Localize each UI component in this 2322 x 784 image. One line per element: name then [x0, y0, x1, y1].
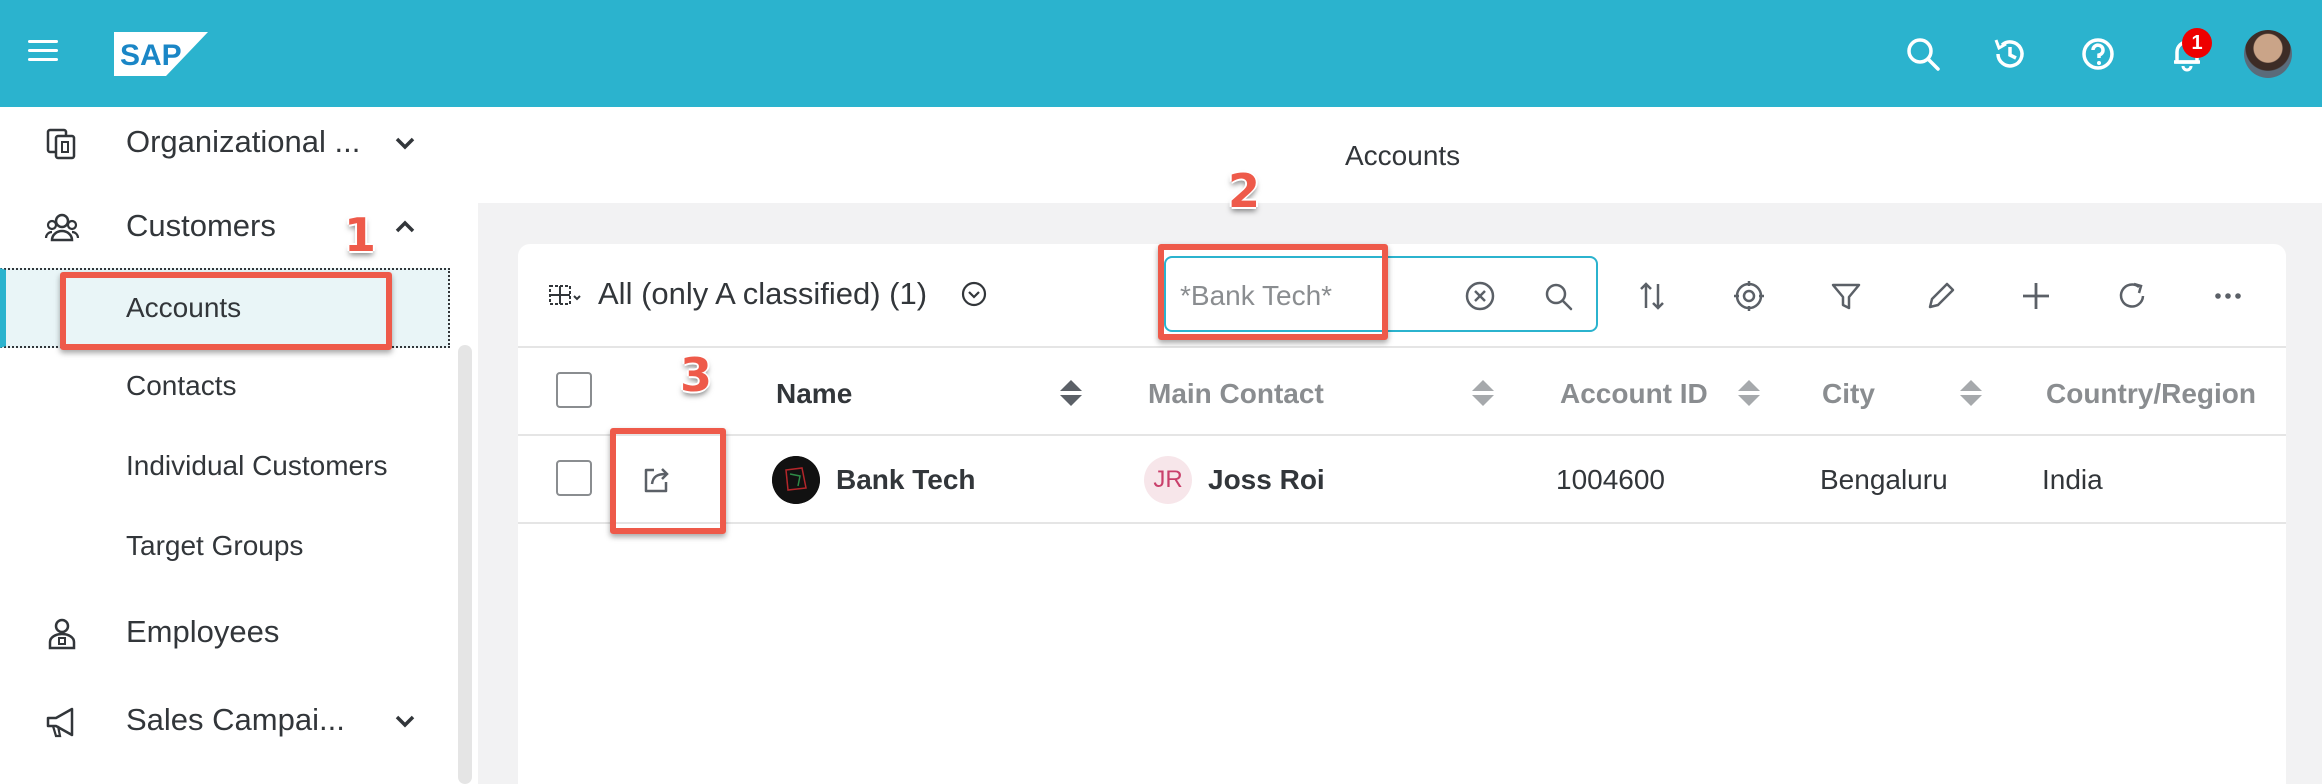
annotation-box-search — [1158, 244, 1388, 340]
sort-toggle-icon[interactable] — [1470, 378, 1496, 408]
sidebar-item-label: Customers — [126, 208, 276, 243]
sidebar-scrollbar[interactable] — [458, 345, 472, 784]
employees-icon — [48, 618, 76, 650]
sort-toggle-icon[interactable] — [1958, 378, 1984, 408]
account-id-cell: 1004600 — [1556, 464, 1666, 495]
sidebar-item-sales-campaigns[interactable]: Sales Campai... — [0, 694, 450, 750]
sidebar-item-label: Organizational ... — [126, 124, 361, 159]
filter-icon[interactable] — [1828, 278, 1864, 314]
chevron-down-circle-icon[interactable] — [960, 280, 988, 308]
settings-icon[interactable] — [1731, 278, 1767, 314]
sidebar-subitem-label: Target Groups — [126, 530, 304, 561]
sidebar-item-label: Sales Campai... — [126, 702, 345, 737]
org-units-icon — [46, 128, 76, 160]
add-icon[interactable] — [2018, 278, 2054, 314]
sort-icon[interactable] — [1634, 278, 1670, 314]
view-title[interactable]: All (only A classified) (1) — [598, 276, 927, 312]
page-title: Accounts — [1345, 140, 1461, 171]
sidebar-item-organizational[interactable]: Organizational ... — [0, 116, 450, 172]
refresh-icon[interactable] — [2114, 278, 2150, 314]
contact-name-link[interactable]: Joss Roi — [1208, 464, 1325, 496]
column-header-account-id[interactable]: Account ID — [1560, 378, 1708, 410]
search-icon[interactable] — [1903, 34, 1943, 74]
annotation-number: 1 — [344, 208, 377, 262]
chevron-down-icon[interactable] — [392, 130, 418, 156]
row-checkbox[interactable] — [556, 460, 592, 496]
megaphone-icon — [46, 707, 74, 738]
sort-toggle-icon[interactable] — [1736, 378, 1762, 408]
annotation-box-accounts — [60, 272, 392, 350]
svg-text:SAP: SAP — [120, 39, 182, 72]
annotation-number: 3 — [680, 348, 713, 402]
sidebar-subitem-contacts[interactable]: Contacts — [0, 348, 450, 428]
chevron-up-icon[interactable] — [392, 214, 418, 240]
sidebar-item-label: Employees — [126, 614, 280, 649]
city-cell: Bengaluru — [1820, 464, 1948, 495]
sidebar-subitem-target-groups[interactable]: Target Groups — [0, 508, 450, 588]
sidebar-subitem-label: Contacts — [126, 370, 237, 401]
column-header-country-region[interactable]: Country/Region — [2046, 378, 2256, 410]
sidebar-item-customers[interactable]: Customers — [0, 200, 450, 256]
chevron-down-icon[interactable] — [392, 708, 418, 734]
help-icon[interactable] — [2078, 34, 2118, 74]
menu-icon[interactable] — [28, 40, 58, 64]
search-icon[interactable] — [1542, 280, 1574, 312]
column-header-city[interactable]: City — [1822, 378, 1875, 410]
sidebar-subitem-label: Individual Customers — [126, 450, 388, 481]
user-avatar[interactable] — [2244, 30, 2292, 78]
history-icon[interactable] — [1990, 34, 2030, 74]
more-icon[interactable] — [2210, 278, 2246, 314]
column-header-name[interactable]: Name — [776, 378, 852, 410]
edit-icon[interactable] — [1923, 278, 1959, 314]
notification-badge: 1 — [2182, 28, 2212, 58]
sap-logo[interactable]: SAP — [114, 32, 208, 76]
sidebar-subitem-individual-customers[interactable]: Individual Customers — [0, 428, 450, 508]
shell-header: SAP 1 — [0, 0, 2322, 107]
select-all-checkbox[interactable] — [556, 372, 592, 408]
contact-avatar: JR — [1144, 456, 1192, 504]
annotation-number: 2 — [1228, 164, 1261, 218]
column-header-main-contact[interactable]: Main Contact — [1148, 378, 1324, 410]
sort-toggle-icon[interactable] — [1058, 378, 1084, 408]
view-selector-icon[interactable] — [544, 280, 584, 310]
account-logo — [772, 456, 820, 504]
country-cell: India — [2042, 464, 2103, 495]
clear-icon[interactable] — [1464, 280, 1496, 312]
customers-icon — [44, 213, 80, 242]
annotation-box-open-icon — [610, 428, 726, 534]
sidebar-item-employees[interactable]: Employees — [0, 606, 450, 662]
account-name-link[interactable]: Bank Tech — [836, 464, 976, 496]
